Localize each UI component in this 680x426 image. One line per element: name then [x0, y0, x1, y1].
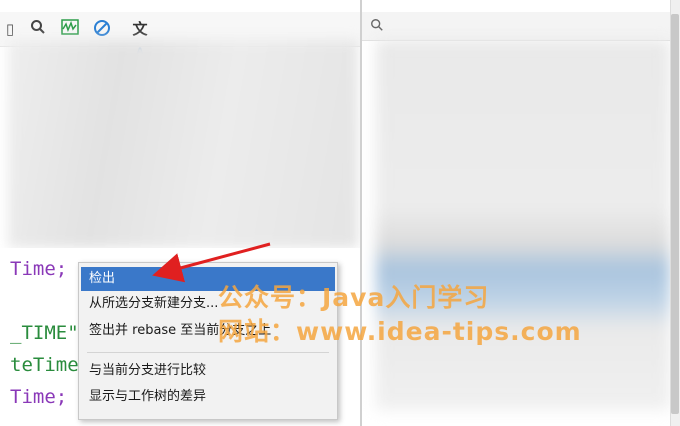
- menu-item-label: 显示与工作树的差异: [89, 389, 207, 404]
- menu-item-compare[interactable]: 与当前分支进行比较: [81, 359, 335, 383]
- blurred-content: [8, 40, 358, 248]
- code-line: Time;: [10, 258, 68, 280]
- watermark-line-1: 公众号：Java入门学习: [218, 283, 490, 312]
- code-line: _TIME": [10, 322, 79, 344]
- menu-item-label: 从所选分支新建分支...: [89, 296, 219, 311]
- menu-separator: [87, 352, 329, 353]
- scrollbar-thumb[interactable]: [671, 14, 679, 414]
- log-search-bar[interactable]: [362, 12, 670, 41]
- menu-item-label: 与当前分支进行比较: [89, 363, 207, 378]
- translate-glyph: 文: [132, 20, 148, 38]
- code-line: Time;: [10, 386, 68, 408]
- git-log-pane: [362, 0, 670, 426]
- no-entry-icon[interactable]: [92, 19, 112, 39]
- menu-item-show-diff[interactable]: 显示与工作树的差异: [81, 385, 335, 409]
- panel-icon[interactable]: ▯: [0, 19, 20, 39]
- translate-icon[interactable]: 文A: [130, 19, 150, 57]
- menu-item-label: 检出: [89, 271, 116, 286]
- code-line: teTime: [10, 354, 79, 376]
- watermark-line-2: 网站：www.idea-tips.com: [218, 317, 582, 346]
- search-icon[interactable]: [28, 19, 48, 39]
- search-icon: [370, 17, 384, 36]
- blurred-commit-list: [376, 40, 670, 410]
- activity-icon[interactable]: [60, 19, 80, 39]
